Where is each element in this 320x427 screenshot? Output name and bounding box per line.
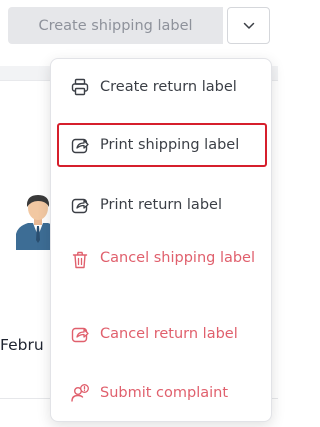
menu-item-label: Submit complaint: [100, 385, 229, 401]
menu-item-create-return-label[interactable]: Create return label: [59, 76, 265, 98]
menu-item-submit-complaint[interactable]: Submit complaint: [59, 382, 265, 404]
menu-item-label: Print shipping label: [100, 137, 240, 153]
chevron-down-icon: [243, 22, 254, 29]
menu-item-label: Print return label: [100, 197, 222, 213]
menu-item-label: Cancel shipping label: [100, 250, 256, 266]
menu-item-print-return-label[interactable]: Print return label: [59, 194, 265, 216]
menu-item-cancel-shipping-label[interactable]: Cancel shipping label: [59, 247, 265, 270]
create-shipping-label-button[interactable]: Create shipping label: [8, 7, 223, 44]
share-out-icon: [71, 198, 89, 214]
create-shipping-label-text: Create shipping label: [38, 17, 193, 34]
menu-item-label: Create return label: [100, 79, 237, 95]
share-out-icon: [71, 138, 89, 154]
menu-item-print-shipping-label[interactable]: Print shipping label: [57, 123, 267, 167]
date-text: Febru: [0, 336, 44, 354]
menu-item-label: Cancel return label: [100, 326, 238, 342]
user-alert-icon: [71, 384, 89, 402]
dropdown-toggle-button[interactable]: [227, 7, 270, 44]
menu-item-cancel-return-label[interactable]: Cancel return label: [59, 323, 265, 345]
actions-dropdown-menu: Create return label Print shipping label…: [50, 58, 272, 422]
trash-icon: [72, 251, 88, 269]
printer-icon: [71, 78, 89, 96]
share-out-icon: [71, 327, 89, 343]
